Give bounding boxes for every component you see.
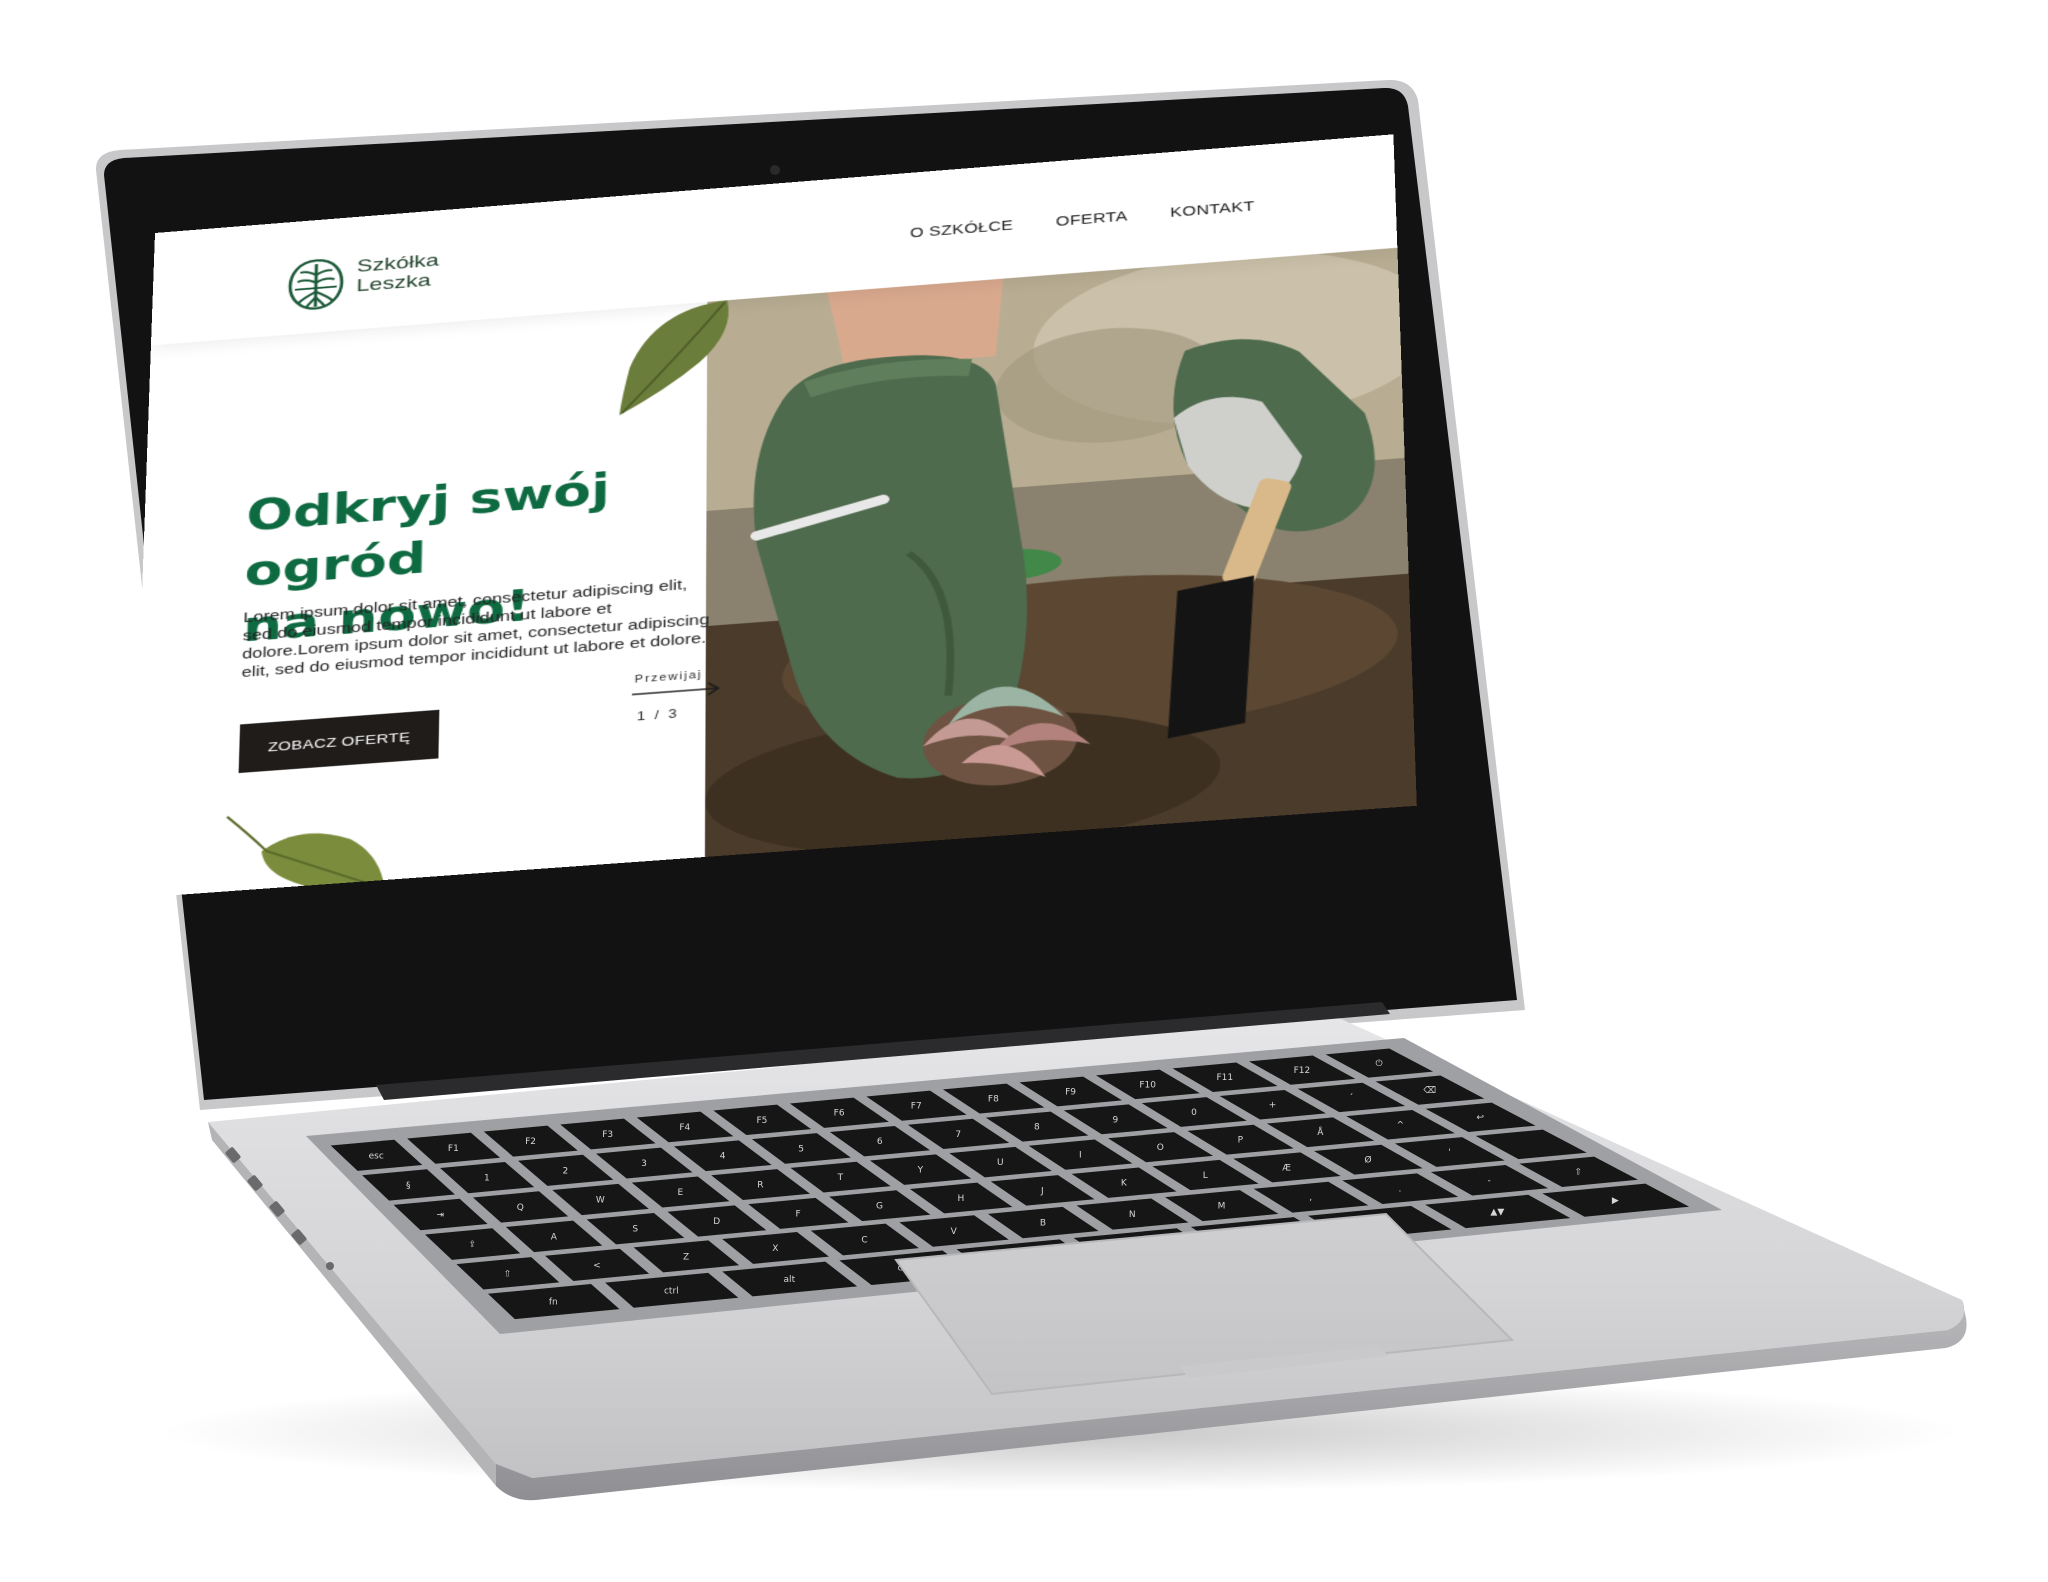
keyboard-key-label: T (837, 1173, 844, 1183)
laptop-screen: Szkółka Leszka O SZKÓŁCE OFERTA KONTAKT (131, 134, 1417, 899)
keyboard-key-label: F7 (911, 1102, 922, 1112)
keyboard-key-label: F3 (602, 1130, 613, 1140)
keyboard-key-label: ▲▼ (1490, 1207, 1504, 1217)
keyboard-key-label: 5 (798, 1144, 804, 1154)
keyboard-key-label: F2 (525, 1137, 536, 1147)
keyboard-key-label: 1 (484, 1174, 490, 1184)
keyboard-key-label: ´ (1349, 1092, 1354, 1103)
keyboard-key-label: 7 (955, 1130, 961, 1140)
tree-roots-icon[interactable] (284, 254, 347, 314)
keyboard-key-label: ' (1448, 1148, 1450, 1158)
keyboard-key-label: S (632, 1225, 638, 1235)
keyboard-key-label: E (677, 1188, 683, 1198)
keyboard-key-label: Y (917, 1166, 924, 1176)
keyboard-key-label: ⇧ (504, 1269, 512, 1279)
keyboard-key-label: I (1079, 1151, 1082, 1161)
keyboard-key-label: esc (369, 1151, 384, 1161)
keyboard-key-label: F4 (679, 1123, 690, 1133)
keyboard-key-label: B (1040, 1219, 1046, 1229)
keyboard-key-label: § (406, 1181, 411, 1191)
keyboard-key-label: alt (784, 1275, 796, 1285)
keyboard-key-label: H (958, 1194, 965, 1204)
keyboard-key-label: 4 (720, 1152, 726, 1162)
keyboard-key-label: F6 (834, 1109, 845, 1119)
keyboard-key-label: ▶ (1612, 1196, 1619, 1206)
keyboard-key-label: + (1269, 1101, 1277, 1111)
keyboard-key-label: 3 (641, 1159, 647, 1169)
keyboard-key-label: V (951, 1227, 958, 1237)
keyboard-key-label: Ø (1365, 1155, 1372, 1166)
keyboard-key-label: Æ (1282, 1163, 1291, 1173)
keyboard-key-label: 9 (1113, 1115, 1119, 1125)
keyboard-key-label: U (997, 1158, 1004, 1168)
hero-photo (704, 211, 1417, 871)
keyboard-key-label: C (861, 1235, 867, 1245)
keyboard-key-label: ctrl (664, 1286, 679, 1296)
keyboard-key-label: A (551, 1232, 558, 1242)
keyboard-key-label: G (876, 1202, 883, 1212)
keyboard-key-label: L (1203, 1171, 1208, 1181)
main-nav: O SZKÓŁCE OFERTA KONTAKT (910, 198, 1255, 240)
leaf-decoration (617, 294, 737, 419)
keyboard-key-label: - (1488, 1176, 1491, 1186)
keyboard-key-label: < (593, 1261, 601, 1271)
nav-kontakt[interactable]: KONTAKT (1170, 198, 1255, 220)
keyboard-key-label: Q (517, 1203, 524, 1213)
keyboard-key-label: F12 (1294, 1066, 1311, 1076)
keyboard-key-label: W (596, 1195, 605, 1205)
keyboard-key-label: D (713, 1217, 720, 1227)
keyboard-key-label: J (1040, 1186, 1044, 1196)
keyboard-key-label: 8 (1034, 1123, 1040, 1133)
keyboard-key-label: M (1218, 1202, 1226, 1212)
keyboard-key-label: X (772, 1244, 778, 1254)
keyboard-key-label: F9 (1065, 1087, 1076, 1097)
keyboard-key-label: F (796, 1209, 801, 1219)
keyboard-key-label: ⇪ (469, 1240, 477, 1250)
keyboard-key-label: , (1309, 1193, 1312, 1203)
keyboard-key-label: P (1238, 1136, 1244, 1146)
keyboard-key-label: ⏻ (1376, 1058, 1383, 1069)
camera-dot (770, 165, 780, 175)
keyboard-key-label: ⌫ (1422, 1086, 1436, 1096)
keyboard-key-label: 0 (1191, 1108, 1197, 1118)
keyboard-key-label: Å (1317, 1126, 1324, 1138)
keyboard-key-label: O (1157, 1143, 1164, 1153)
keyboard-key-label: Z (683, 1252, 689, 1262)
keyboard-key-label: F11 (1216, 1073, 1233, 1083)
keyboard-key-label: fn (549, 1298, 558, 1308)
keyboard-key-label: N (1129, 1210, 1136, 1220)
nav-o-szkolce[interactable]: O SZKÓŁCE (910, 217, 1014, 240)
nav-oferta[interactable]: OFERTA (1056, 208, 1128, 229)
see-offer-button[interactable]: ZOBACZ OFERTĘ (238, 709, 440, 774)
slide-counter: 1 / 3 (636, 706, 680, 724)
keyboard-key-label: F5 (756, 1116, 767, 1126)
keyboard-key-label: ⇥ (437, 1210, 445, 1220)
keyboard-key-label: 6 (877, 1137, 883, 1147)
keyboard-key-label: ↩ (1477, 1113, 1485, 1123)
keyboard-key-label: F10 (1139, 1080, 1156, 1090)
keyboard-key-label: ⇧ (1575, 1168, 1583, 1178)
logo-text[interactable]: Szkółka Leszka (356, 251, 439, 296)
keyboard-key-label: R (757, 1181, 763, 1191)
keyboard-key-label: ^ (1397, 1121, 1405, 1131)
keyboard-key-label: F1 (448, 1144, 459, 1154)
keyboard-key-label: . (1398, 1185, 1401, 1195)
keyboard-key-label: F8 (988, 1095, 999, 1105)
keyboard-key-label: 2 (563, 1166, 569, 1176)
laptop-mockup-scene: esc F1 F2 F3 F4 F5 F6 F7 F8 F9 F10 F11 F12 ⏻ § 1 2 3 4 5 6 7 8… (0, 0, 2048, 1578)
